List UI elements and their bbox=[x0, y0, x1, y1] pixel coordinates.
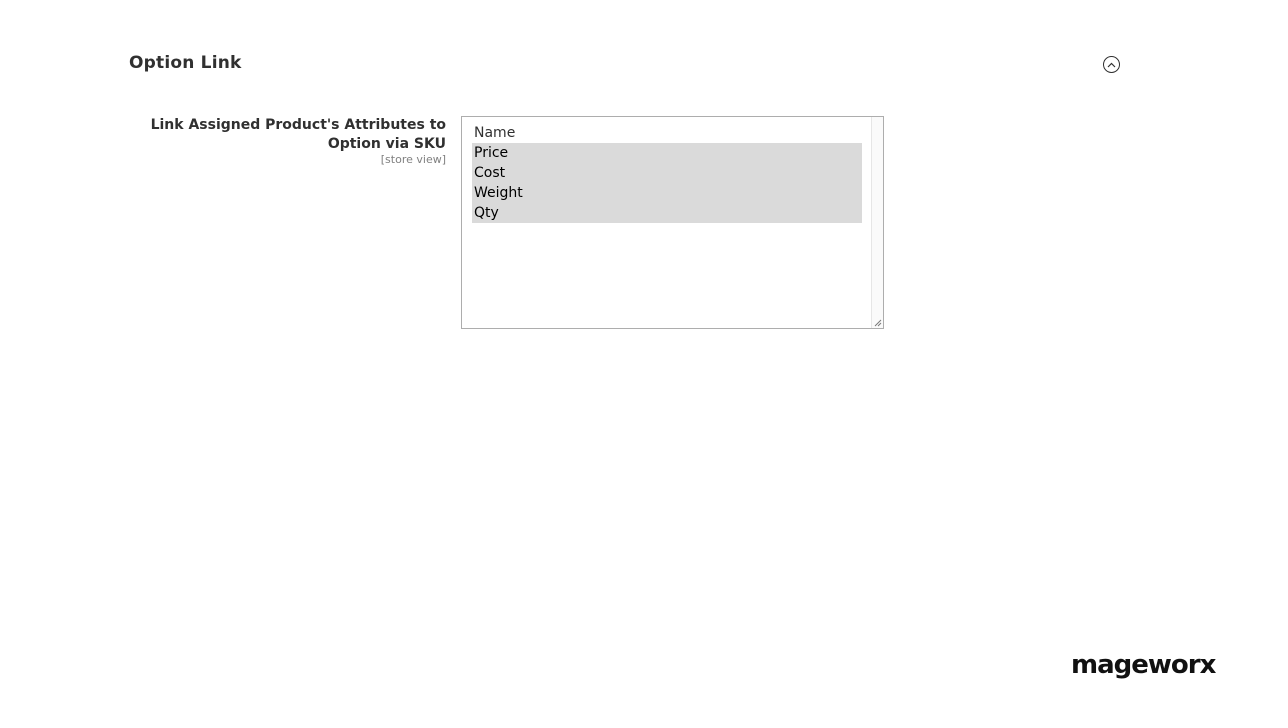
brand-logo: mageworx bbox=[1071, 648, 1216, 682]
option-name[interactable]: Name bbox=[472, 123, 862, 143]
option-weight[interactable]: Weight bbox=[472, 183, 862, 203]
scope-label: [store view] bbox=[380, 153, 446, 166]
section-title: Option Link bbox=[129, 53, 242, 73]
field-label: Link Assigned Product's Attributes to Op… bbox=[150, 117, 446, 152]
option-qty[interactable]: Qty bbox=[472, 203, 862, 223]
options-list: Name Price Cost Weight Qty bbox=[472, 123, 862, 223]
resize-handle-icon[interactable] bbox=[874, 319, 882, 327]
collapse-button[interactable] bbox=[1103, 56, 1120, 73]
logo-text: mageworx bbox=[1071, 650, 1216, 680]
page: Option Link Link Assigned Product's Attr… bbox=[0, 0, 1288, 728]
scrollbar[interactable] bbox=[871, 117, 883, 328]
option-cost[interactable]: Cost bbox=[472, 163, 862, 183]
chevron-up-icon bbox=[1107, 62, 1116, 67]
attributes-multiselect[interactable]: Name Price Cost Weight Qty bbox=[461, 116, 884, 329]
option-price[interactable]: Price bbox=[472, 143, 862, 163]
